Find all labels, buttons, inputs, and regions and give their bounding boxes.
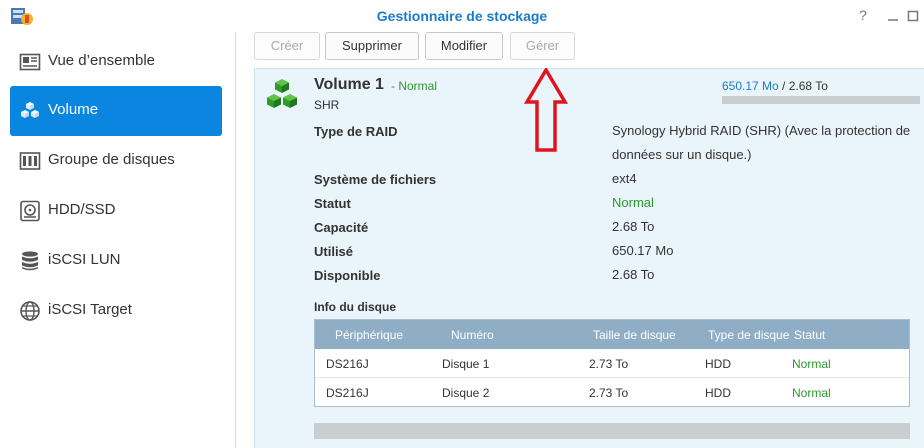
usage-bar: [722, 96, 920, 104]
status-cell: Normal: [792, 386, 831, 400]
table-cell: Disque 1: [442, 357, 490, 371]
property-value: ext4: [612, 171, 637, 186]
column-header[interactable]: Numéro: [451, 328, 494, 342]
modify-button[interactable]: Modifier: [425, 32, 503, 60]
sidebar-item-volume[interactable]: Volume: [10, 86, 222, 136]
table-cell: DS216J: [326, 357, 369, 371]
sidebar-item-iscsi-lun[interactable]: iSCSI LUN: [10, 236, 222, 286]
volume-status: - Normal: [391, 79, 438, 93]
disk-info-table: Périphérique Numéro Taille de disque Typ…: [314, 319, 910, 407]
volume-raid-type: SHR: [314, 98, 340, 112]
property-value: 650.17 Mo: [612, 243, 674, 258]
manage-button[interactable]: Gérer: [510, 32, 575, 60]
table-cell: 2.73 To: [589, 357, 629, 371]
database-icon: [22, 251, 38, 271]
property-value: Synology Hybrid RAID (SHR) (Avec la prot…: [612, 123, 911, 162]
sidebar-item-label: iSCSI Target: [48, 301, 132, 318]
disk-group-icon: [19, 152, 41, 170]
property-label: Capacité: [314, 220, 369, 235]
used-amount: 650.17 Mo: [722, 79, 779, 93]
table-cell: Disque 2: [442, 386, 490, 400]
red-arrow-annotation: [524, 68, 568, 152]
sidebar-item-label: Volume: [48, 101, 99, 118]
sidebar-item-hdd-ssd[interactable]: HDD/SSD: [10, 186, 222, 236]
sidebar-item-label: HDD/SSD: [48, 201, 116, 218]
window-title: Gestionnaire de stockage: [376, 8, 548, 24]
sidebar-item-overview[interactable]: Vue d’ensemble: [10, 37, 222, 87]
table-cell: DS216J: [326, 386, 369, 400]
volume-cubes-icon: [21, 102, 39, 118]
globe-icon: [20, 301, 40, 321]
property-value: 2.68 To: [612, 267, 655, 282]
table-cell: HDD: [705, 386, 731, 400]
sidebar-item-label: iSCSI LUN: [48, 251, 121, 268]
property-label: Système de fichiers: [314, 172, 437, 187]
sidebar-item-disk-group[interactable]: Groupe de disques: [10, 136, 222, 186]
column-header[interactable]: Statut: [794, 328, 825, 342]
usage-text: 650.17 Mo / 2.68 To: [722, 79, 828, 93]
column-header[interactable]: Taille de disque: [593, 328, 676, 342]
property-label: Statut: [314, 196, 351, 211]
property-label: Utilisé: [314, 244, 354, 259]
minimize-icon[interactable]: [884, 6, 902, 24]
table-row[interactable]: DS216J Disque 1 2.73 To HDD Normal: [315, 349, 909, 378]
sidebar: Vue d’ensemble Volume Groupe de disques: [0, 32, 236, 448]
table-cell: HDD: [705, 357, 731, 371]
overview-icon: [19, 53, 41, 71]
maximize-icon[interactable]: [904, 6, 922, 24]
column-header[interactable]: Type de disque: [708, 328, 789, 342]
property-label: Disponible: [314, 268, 381, 283]
sidebar-item-label: Groupe de disques: [48, 151, 175, 168]
create-button[interactable]: Créer: [254, 32, 320, 60]
delete-button[interactable]: Supprimer: [325, 32, 419, 60]
second-volume-placeholder-bar: [314, 423, 910, 439]
property-label: Type de RAID: [314, 124, 398, 139]
table-row[interactable]: DS216J Disque 2 2.73 To HDD Normal: [315, 378, 909, 407]
volume-name: Volume 1: [314, 76, 384, 93]
sidebar-item-label: Vue d’ensemble: [48, 52, 156, 69]
property-value: 2.68 To: [612, 219, 655, 234]
column-header[interactable]: Périphérique: [335, 328, 403, 342]
table-header: Périphérique Numéro Taille de disque Typ…: [315, 320, 909, 349]
status-cell: Normal: [792, 357, 831, 371]
status-value: Normal: [612, 195, 654, 210]
table-cell: 2.73 To: [589, 386, 629, 400]
question-icon[interactable]: ?: [854, 6, 872, 24]
total-amount: / 2.68 To: [778, 79, 828, 93]
disk-info-title: Info du disque: [314, 300, 396, 314]
hdd-icon: [20, 200, 40, 222]
title-bar: Gestionnaire de stockage ?: [0, 0, 924, 32]
sidebar-item-iscsi-target[interactable]: iSCSI Target: [10, 286, 222, 336]
volume-cubes-icon: [267, 79, 297, 108]
